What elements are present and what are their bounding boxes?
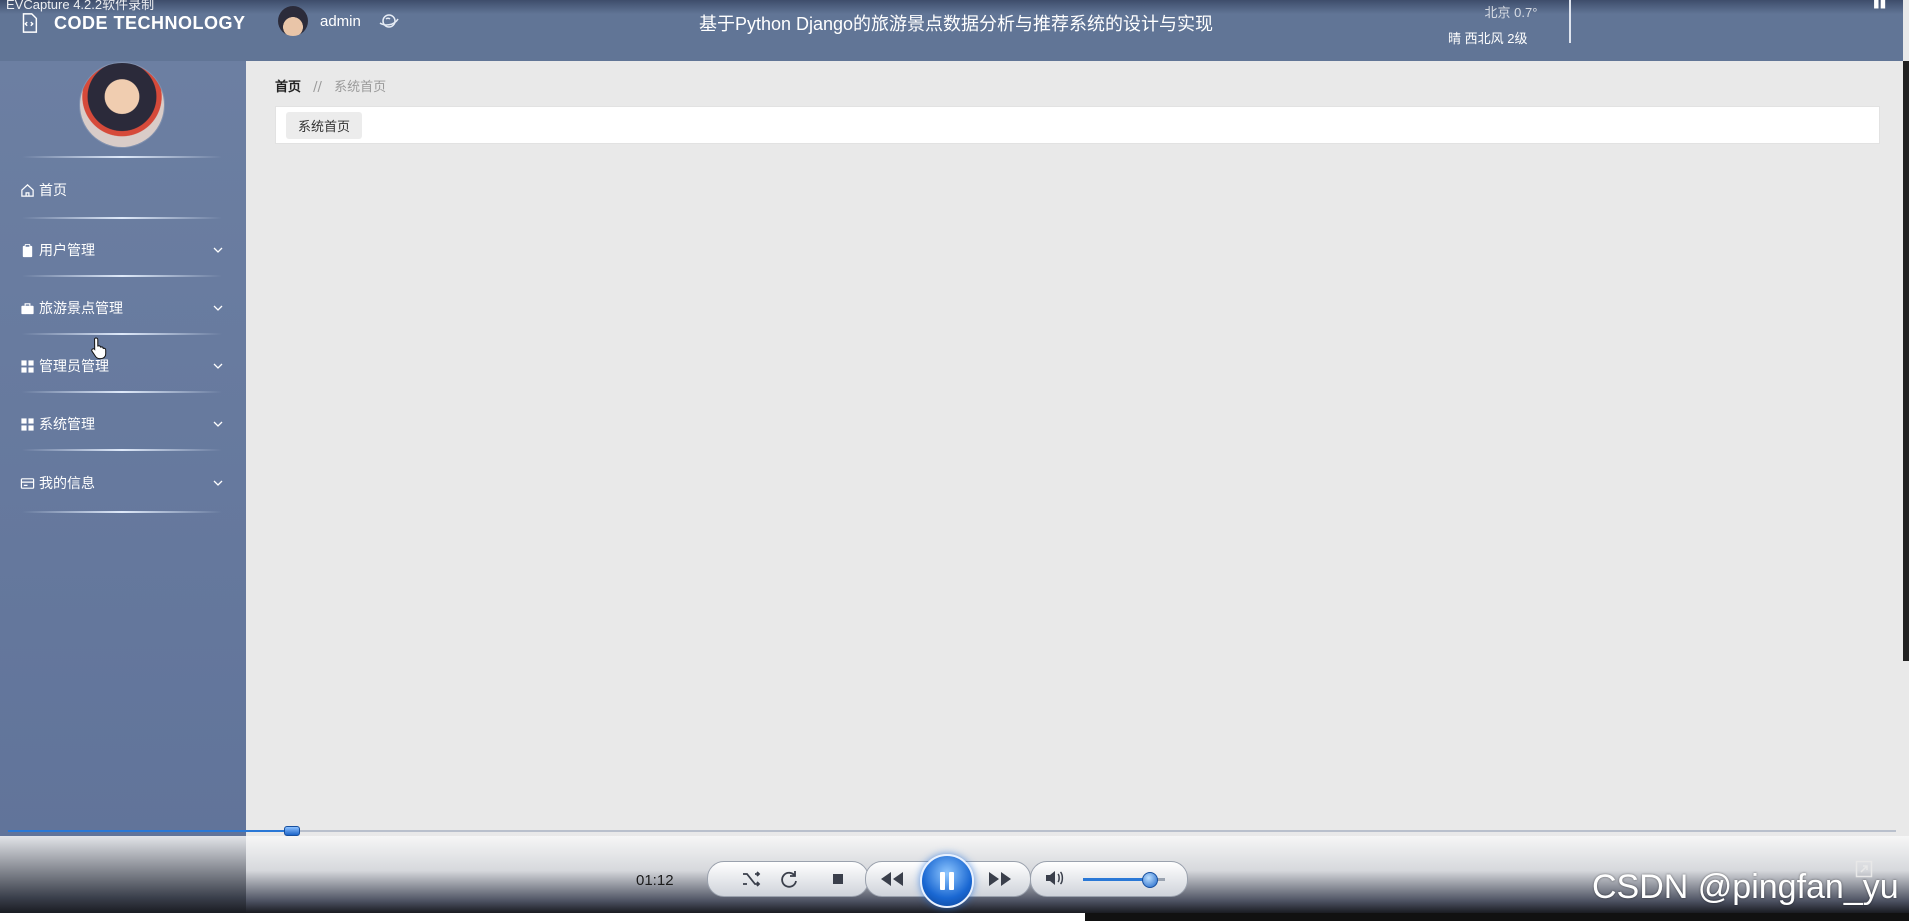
- breadcrumb-home[interactable]: 首页: [275, 80, 301, 95]
- pause-icon: [940, 872, 954, 890]
- header-divider: [1569, 0, 1571, 43]
- sidebar: 首页 用户管理 旅游景点管理 管理员管理 系统管理 我的信息: [0, 61, 246, 841]
- sidebar-item-label: 管理员管理: [39, 359, 109, 375]
- volume-slider[interactable]: [1083, 872, 1165, 888]
- seek-bar-handle[interactable]: [284, 826, 301, 836]
- breadcrumb-separator: //: [313, 80, 322, 95]
- pause-button[interactable]: [920, 854, 974, 908]
- brand-name: CODE TECHNOLOGY: [54, 12, 246, 33]
- card-icon: [20, 477, 35, 489]
- sidebar-item-system-management[interactable]: 系统管理: [20, 411, 226, 437]
- taskbar-strip: [0, 913, 1909, 921]
- grid-icon: [21, 359, 34, 373]
- sidebar-item-scenic-spot-management[interactable]: 旅游景点管理: [20, 295, 226, 321]
- control-group-left: [707, 861, 869, 897]
- mouse-cursor-icon: [91, 337, 107, 360]
- user-area[interactable]: admin: [278, 6, 401, 36]
- code-file-icon: [22, 13, 38, 33]
- chevron-down-icon: [213, 247, 223, 253]
- sidebar-item-label: 系统管理: [39, 417, 95, 433]
- tab-system-home[interactable]: 系统首页: [286, 112, 363, 139]
- chevron-down-icon: [213, 421, 223, 427]
- seek-bar[interactable]: [8, 826, 1896, 836]
- rewind-icon[interactable]: [878, 868, 906, 890]
- sidebar-item-label: 首页: [39, 183, 67, 199]
- weather-city-temp: 北京 0.7°: [1484, 5, 1538, 20]
- menu-divider: [22, 217, 222, 219]
- top-header: EVCapture 4.2.2软件录制 ▮▮ CODE TECHNOLOGY a…: [0, 0, 1903, 61]
- theme-switch-icon[interactable]: [377, 9, 401, 33]
- menu-divider: [22, 333, 222, 335]
- menu-divider: [22, 275, 222, 277]
- clipboard-icon: [22, 243, 33, 257]
- stop-icon[interactable]: [827, 868, 849, 890]
- chevron-down-icon: [213, 363, 223, 369]
- volume-handle[interactable]: [1141, 872, 1158, 888]
- window-corner-icon[interactable]: ▮▮: [1873, 0, 1886, 10]
- sidebar-item-my-info[interactable]: 我的信息: [20, 470, 226, 496]
- seek-bar-progress: [8, 830, 292, 832]
- window-edge: [1903, 61, 1909, 661]
- breadcrumb: 首页 // 系统首页: [275, 76, 386, 95]
- chevron-down-icon: [213, 305, 223, 311]
- chevron-down-icon: [213, 480, 223, 486]
- home-icon: [21, 183, 34, 197]
- weather-widget: 北京 0.7° 晴 西北风 2级: [1448, 2, 1548, 47]
- menu-divider: [22, 156, 222, 158]
- sidebar-avatar: [80, 63, 164, 147]
- repeat-icon[interactable]: [778, 868, 800, 890]
- grid-icon: [21, 417, 34, 431]
- breadcrumb-current: 系统首页: [334, 80, 387, 95]
- sidebar-item-label: 我的信息: [39, 476, 95, 492]
- sidebar-item-user-management[interactable]: 用户管理: [20, 237, 226, 263]
- sidebar-item-home[interactable]: 首页: [20, 177, 226, 203]
- volume-level: [1083, 878, 1149, 881]
- sidebar-item-admin-management[interactable]: 管理员管理: [20, 353, 226, 379]
- shuffle-icon[interactable]: [740, 868, 762, 890]
- username[interactable]: admin: [320, 13, 361, 30]
- volume-icon[interactable]: [1043, 867, 1065, 889]
- menu-divider: [22, 449, 222, 451]
- brand[interactable]: CODE TECHNOLOGY: [18, 10, 246, 36]
- tab-bar: 系统首页: [275, 106, 1880, 144]
- sidebar-item-label: 旅游景点管理: [39, 301, 123, 317]
- weather-desc: 晴 西北风 2级: [1448, 31, 1528, 46]
- watermark: CSDN @pingfan_yu: [1592, 868, 1899, 906]
- menu-divider: [22, 511, 222, 513]
- sidebar-item-label: 用户管理: [39, 243, 95, 259]
- fast-forward-icon[interactable]: [986, 868, 1014, 890]
- taskbar-dark-region: [1085, 913, 1909, 921]
- avatar[interactable]: [278, 6, 308, 36]
- system-title: 基于Python Django的旅游景点数据分析与推荐系统的设计与实现: [698, 14, 1214, 34]
- playback-time: 01:12: [636, 872, 674, 889]
- briefcase-icon: [21, 302, 34, 314]
- player-left-shade: [0, 836, 246, 913]
- menu-divider: [22, 391, 222, 393]
